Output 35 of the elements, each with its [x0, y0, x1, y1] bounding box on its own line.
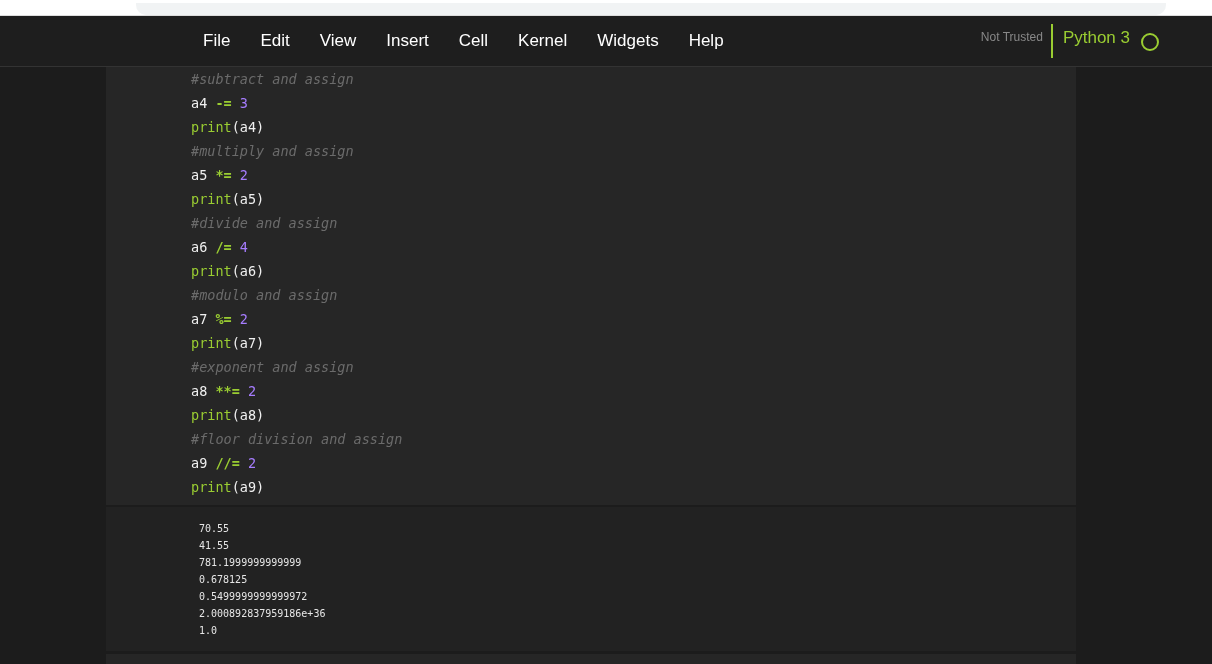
code-line: #exponent and assign [191, 358, 355, 377]
output-line: 70.55 [199, 522, 231, 536]
menu-item[interactable]: Insert [371, 31, 444, 51]
code-line: print(a7) [191, 334, 266, 353]
menu-item[interactable]: Help [673, 31, 739, 51]
code-line: a6 /= 4 [191, 238, 249, 257]
menu-item[interactable]: View [304, 31, 372, 51]
code-line: a7 %= 2 [191, 310, 249, 329]
code-line: #modulo and assign [191, 286, 339, 305]
code-line: a9 //= 2 [191, 454, 258, 473]
trust-indicator[interactable]: Not Trusted [980, 24, 1053, 58]
code-line: print(a9) [191, 478, 266, 497]
code-line: print(a6) [191, 262, 266, 281]
code-line: #subtract and assign [191, 70, 355, 89]
code-line: print(a8) [191, 406, 266, 425]
output-line: 1.0 [199, 624, 219, 638]
output-line: 0.5499999999999972 [199, 590, 309, 604]
code-line: a8 **= 2 [191, 382, 258, 401]
code-line: print(a5) [191, 190, 266, 209]
code-line: #divide and assign [191, 214, 339, 233]
code-line: #multiply and assign [191, 142, 355, 161]
output-line: 2.000892837959186e+36 [199, 607, 327, 621]
menu-item[interactable]: Kernel [503, 31, 583, 51]
code-line: a4 -= 3 [191, 94, 249, 113]
output-line: 0.678125 [199, 573, 249, 587]
code-line: #floor division and assign [191, 430, 404, 449]
menu-item[interactable]: Edit [245, 31, 305, 51]
menu-item[interactable]: Widgets [582, 31, 674, 51]
output-line: 781.1999999999999 [199, 556, 303, 570]
code-line: print(a4) [191, 118, 266, 137]
output-line: 41.55 [199, 539, 231, 553]
code-line: a5 *= 2 [191, 166, 249, 185]
menu-item[interactable]: Cell [443, 31, 504, 51]
kernel-name[interactable]: Python 3 [1062, 24, 1130, 48]
menu-item[interactable]: File [188, 31, 246, 51]
